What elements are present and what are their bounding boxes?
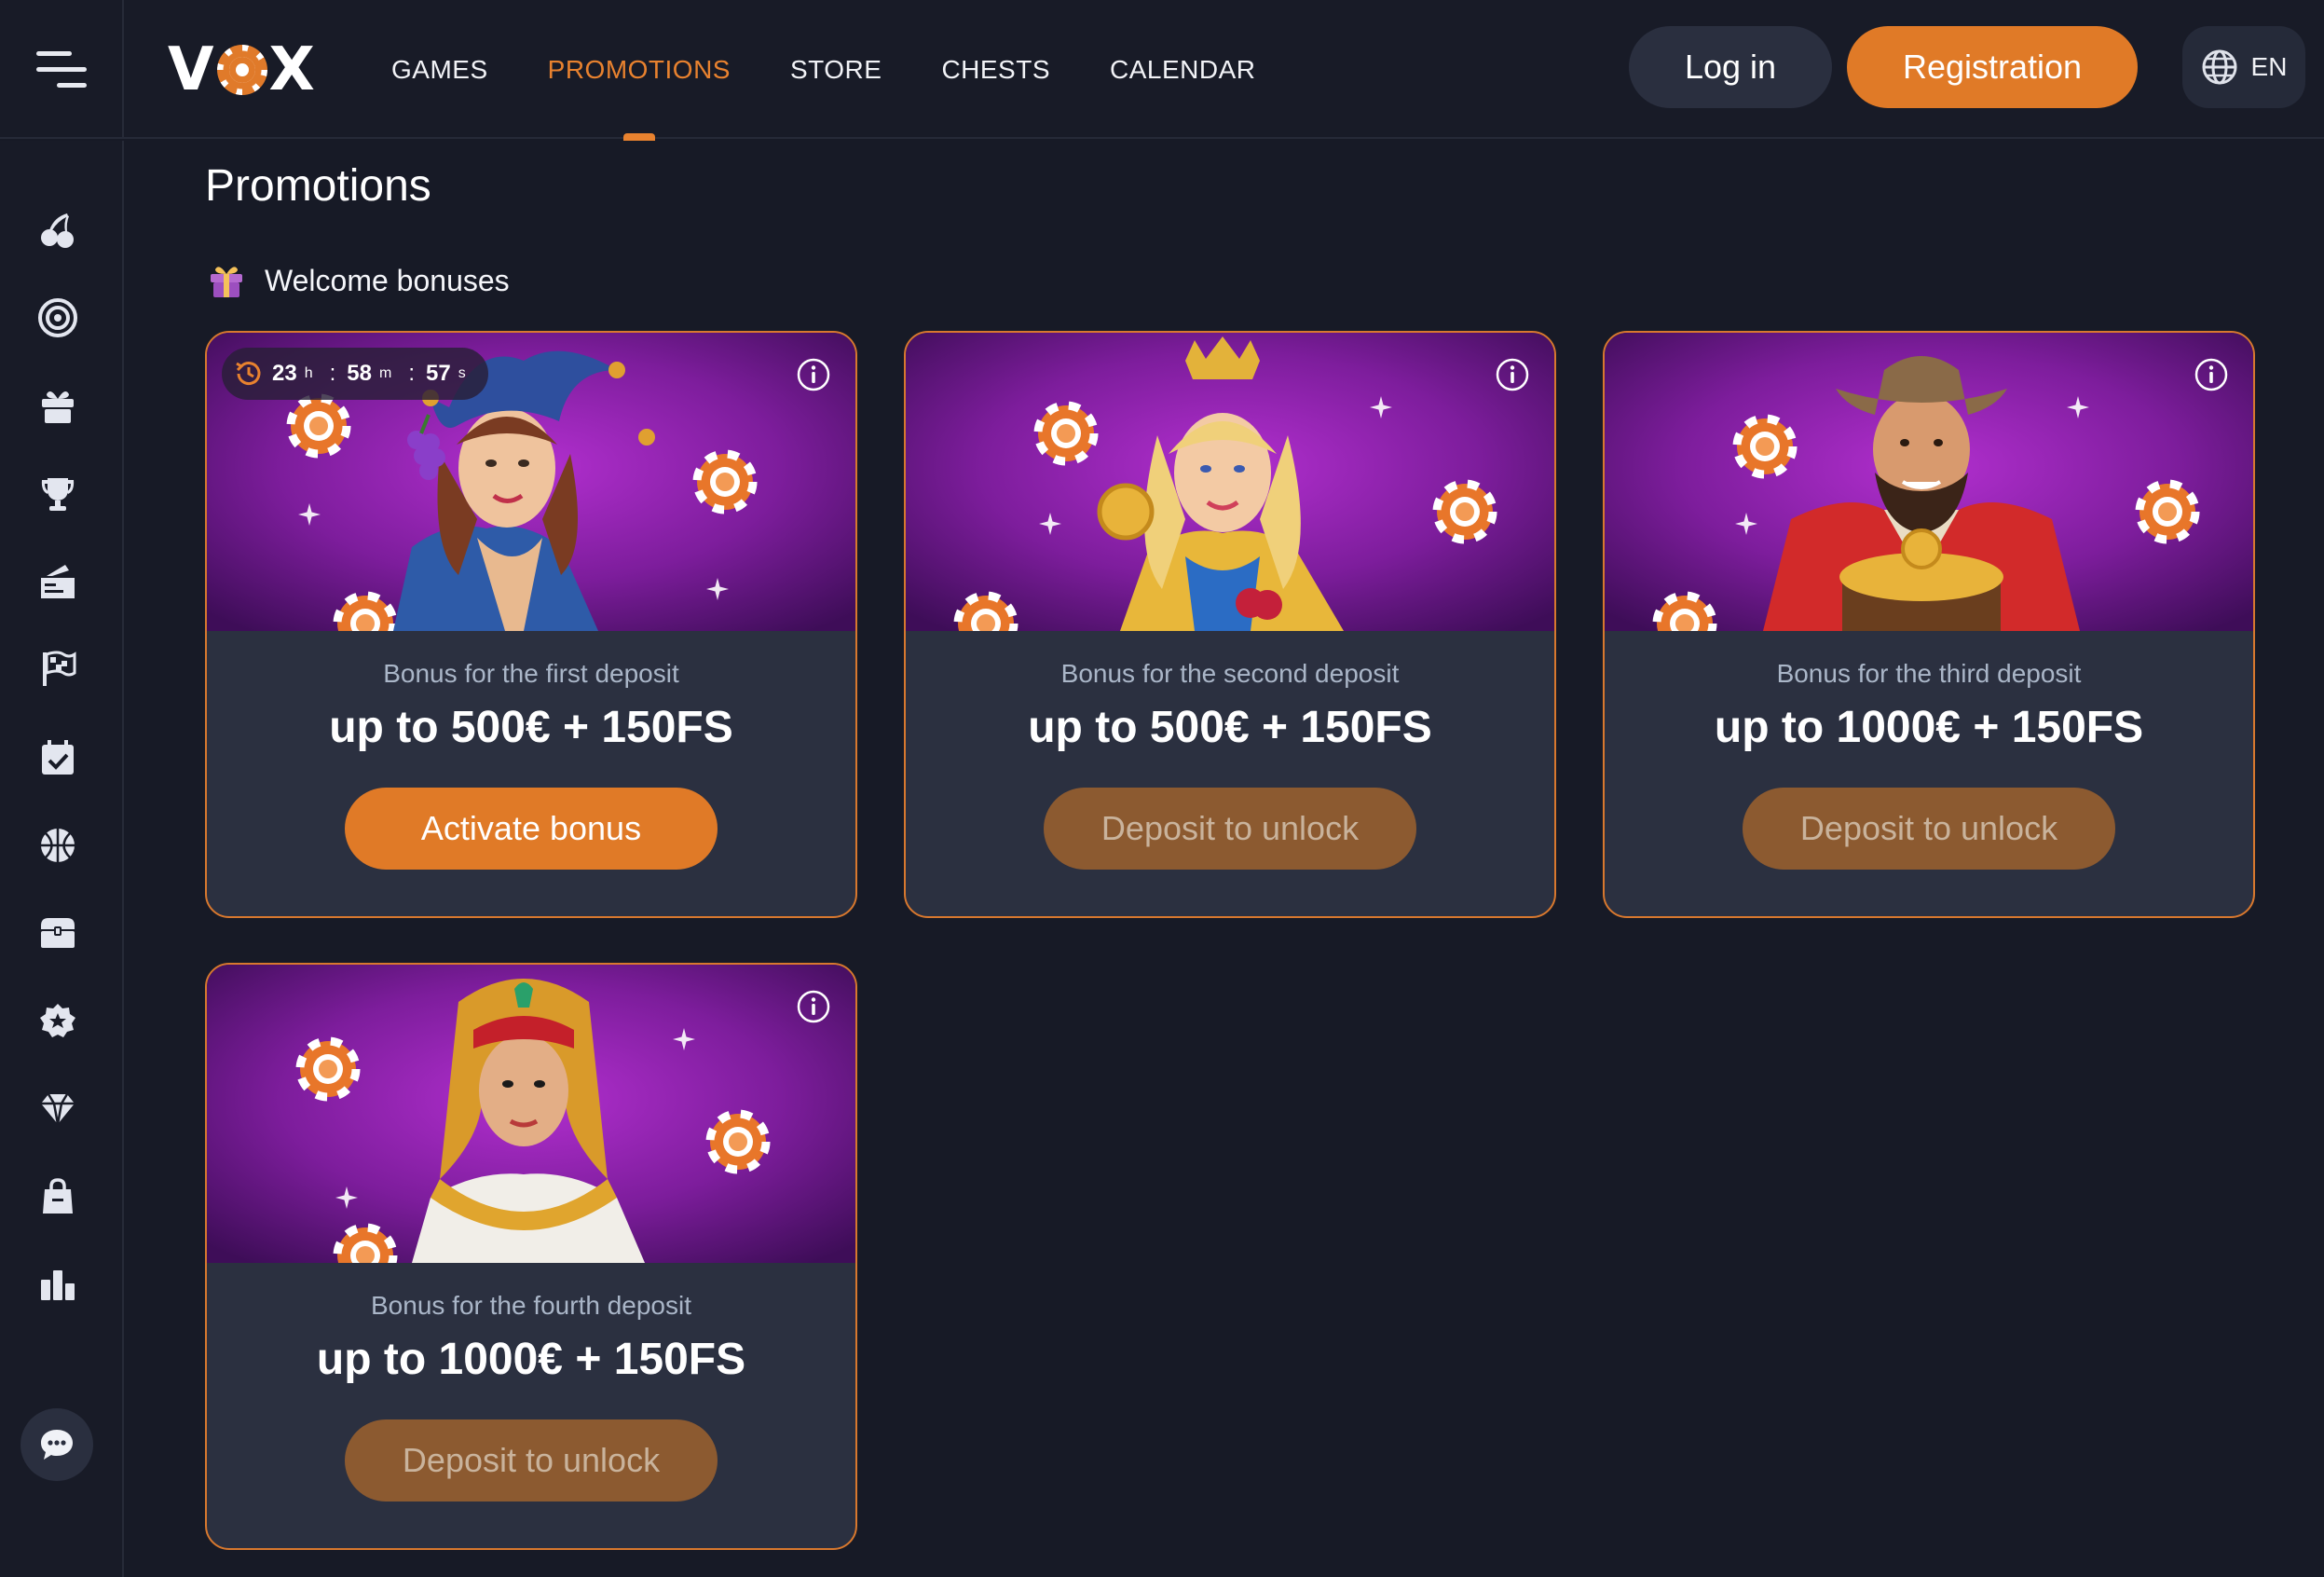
diamond-icon[interactable] (34, 1085, 82, 1133)
clock-history-icon (236, 362, 261, 386)
bonus-countdown-timer: 23 h : 58 m : 57 s (222, 348, 488, 400)
timer-hours: 23 (272, 361, 297, 386)
bonus-card-body: Bonus for the first deposit up to 500€ +… (207, 631, 855, 916)
bonus-amount: up to 1000€ + 150FS (316, 1335, 746, 1384)
bonus-card-fourth-deposit: Bonus for the fourth deposit up to 1000€… (205, 963, 857, 1550)
language-selector[interactable]: EN (2182, 26, 2305, 108)
live-chat-button[interactable] (21, 1408, 93, 1481)
timer-minutes: 58 (347, 361, 372, 386)
race-flag-icon[interactable] (34, 645, 82, 693)
activate-bonus-button[interactable]: Activate bonus (345, 788, 718, 870)
treasure-chest-icon[interactable] (34, 909, 82, 957)
logo-letter-v: V (168, 35, 215, 104)
bonus-subtitle: Bonus for the third deposit (1776, 659, 2082, 688)
timer-seconds-unit: s (458, 365, 466, 381)
badge-star-icon[interactable] (34, 997, 82, 1046)
timer-hours-unit: h (304, 365, 313, 381)
info-icon[interactable] (1495, 357, 1530, 392)
leaderboard-icon[interactable] (34, 1261, 82, 1310)
bonus-card-third-deposit: Bonus for the third deposit up to 1000€ … (1603, 331, 2255, 918)
info-icon[interactable] (796, 357, 831, 392)
bonus-card-body: Bonus for the third deposit up to 1000€ … (1605, 631, 2253, 916)
calendar-check-icon[interactable] (34, 734, 82, 782)
info-icon[interactable] (796, 989, 831, 1024)
vox-logo[interactable]: V X (168, 35, 316, 104)
nav-promotions[interactable]: PROMOTIONS (548, 0, 731, 139)
jester-illustration: 23 h : 58 m : 57 s (207, 333, 855, 631)
nav-chests[interactable]: CHESTS (941, 0, 1050, 139)
hamburger-icon (35, 49, 87, 90)
login-button[interactable]: Log in (1629, 26, 1832, 108)
sidebar (0, 141, 124, 1577)
bonus-card-body: Bonus for the second deposit up to 500€ … (906, 631, 1554, 916)
nav-calendar[interactable]: CALENDAR (1110, 0, 1255, 139)
pharaoh-queen-illustration (207, 965, 855, 1263)
nav-store[interactable]: STORE (790, 0, 882, 139)
cherries-icon[interactable] (34, 206, 82, 254)
info-icon[interactable] (2194, 357, 2229, 392)
roulette-icon[interactable] (34, 294, 82, 342)
deposit-to-unlock-button[interactable]: Deposit to unlock (1044, 788, 1416, 870)
timer-seconds: 57 (425, 361, 451, 386)
bonus-amount: up to 500€ + 150FS (1028, 703, 1432, 752)
gift-icon[interactable] (34, 381, 82, 430)
chat-icon (41, 1430, 73, 1460)
deposit-to-unlock-button[interactable]: Deposit to unlock (345, 1419, 718, 1502)
ticket-icon[interactable] (34, 557, 82, 606)
bonus-amount: up to 500€ + 150FS (329, 703, 733, 752)
timer-separator: : (408, 361, 415, 386)
deposit-to-unlock-button[interactable]: Deposit to unlock (1743, 788, 2115, 870)
bonus-amount: up to 1000€ + 150FS (1714, 703, 2144, 752)
cowboy-illustration (1605, 333, 2253, 631)
bonus-subtitle: Bonus for the fourth deposit (371, 1291, 691, 1320)
logo-letter-x: X (268, 35, 316, 104)
gift-icon (211, 267, 242, 297)
language-code: EN (2250, 52, 2288, 81)
bonus-card-second-deposit: Bonus for the second deposit up to 500€ … (904, 331, 1556, 918)
trophy-icon[interactable] (34, 470, 82, 518)
bonus-card-first-deposit: 23 h : 58 m : 57 s Bonus for the first depo… (205, 331, 857, 918)
bonus-subtitle: Bonus for the second deposit (1060, 659, 1400, 688)
timer-minutes-unit: m (378, 365, 392, 381)
main-nav: GAMES PROMOTIONS STORE CHESTS CALENDAR (391, 0, 1256, 139)
menu-button[interactable] (0, 0, 124, 139)
bonus-subtitle: Bonus for the first deposit (383, 659, 679, 688)
section-welcome-bonuses: Welcome bonuses (207, 261, 510, 300)
registration-button[interactable]: Registration (1847, 26, 2138, 108)
section-title: Welcome bonuses (265, 263, 510, 297)
globe-icon (2202, 49, 2237, 85)
timer-separator: : (329, 361, 336, 386)
page-title: Promotions (205, 161, 431, 211)
bonus-card-body: Bonus for the fourth deposit up to 1000€… (207, 1263, 855, 1548)
sports-ball-icon[interactable] (34, 821, 82, 870)
shopping-bag-icon[interactable] (34, 1172, 82, 1221)
poker-chip-logo-icon (216, 45, 267, 95)
nav-games[interactable]: GAMES (391, 0, 488, 139)
top-bar: V X GAMES PROMOTIONS STORE CHESTS CALEND… (0, 0, 2324, 139)
queen-illustration (906, 333, 1554, 631)
